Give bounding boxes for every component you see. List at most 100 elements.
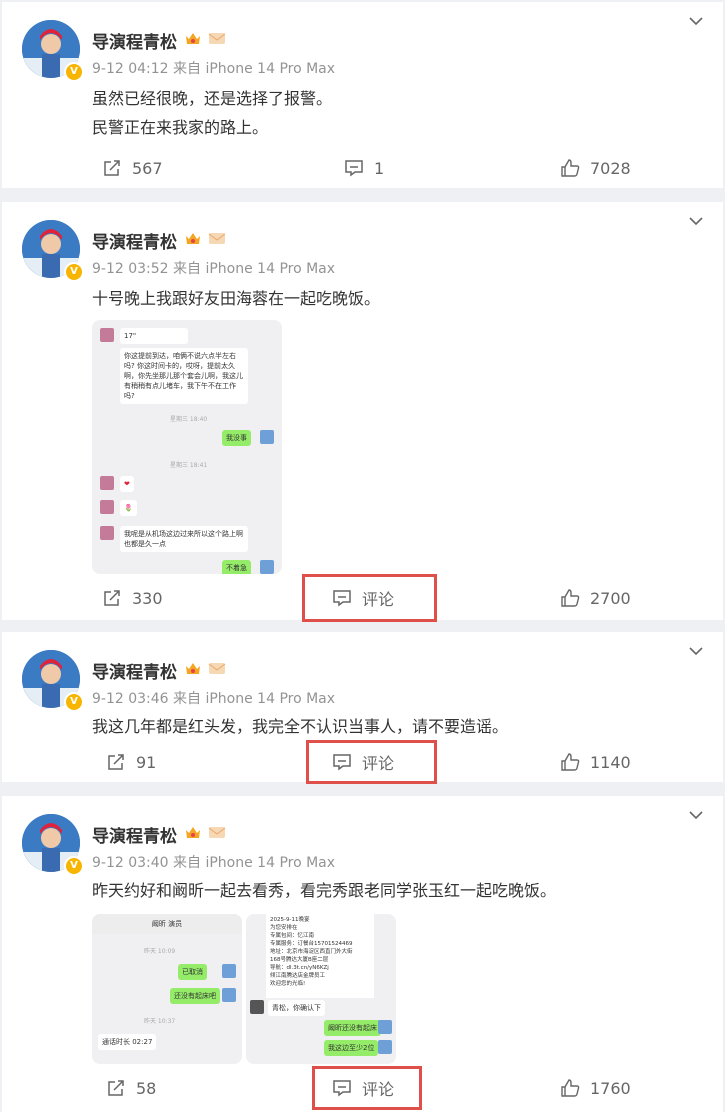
share-count: 91	[136, 752, 157, 772]
share-count: 567	[132, 158, 163, 178]
post-text-line: 虽然已经很晚，还是选择了报警。	[92, 89, 333, 108]
weibo-post: V 导演程青松 9-12 03:40 来自 iPhone 14 Pro Max …	[2, 796, 723, 1112]
crown-badge-icon	[186, 233, 200, 244]
chat-message: 我这边至少2位	[324, 1040, 379, 1056]
post-image[interactable]: 2025-9-11晚宴 为您安排在 专属包间：忆江南 专属服务：订餐台15701…	[246, 914, 396, 1064]
voice-message: 17"	[120, 328, 188, 344]
booking-line: 专属包间：忆江南	[270, 933, 315, 939]
highlight-box	[306, 740, 437, 784]
post-image[interactable]: 阚昕 演员 昨天 10:09 已取消 还没有起床吧 昨天 10:37 通话时长 …	[92, 914, 242, 1064]
highlight-box	[302, 574, 437, 622]
chat-message: 你这提前到达，咱俩不说六点半左右吗? 你这时间卡的，哎呀，提前太久啊，你先坐那儿…	[120, 348, 248, 404]
share-icon	[104, 160, 120, 176]
chat-message: ❤	[120, 476, 134, 492]
chat-timestamp: 昨天 10:37	[144, 1018, 176, 1025]
like-count: 7028	[590, 158, 631, 178]
post-meta: 9-12 04:12 来自 iPhone 14 Pro Max	[92, 61, 336, 77]
weibo-post: V 导演程青松 9-12 03:46 来自 iPhone 14 Pro Max …	[2, 632, 723, 784]
author-name[interactable]: 导演程青松	[92, 228, 177, 253]
contact-avatar	[100, 328, 114, 342]
contact-avatar	[100, 476, 114, 490]
call-record: 通话时长 02:27	[98, 1034, 157, 1050]
self-avatar	[222, 988, 236, 1002]
self-avatar	[378, 1020, 392, 1034]
share-icon	[104, 590, 120, 606]
comment-icon	[345, 160, 363, 177]
verified-badge-icon: V	[64, 856, 84, 876]
post-text-line: 民警正在来我家的路上。	[92, 118, 269, 137]
chat-message: 青松，你确认下	[268, 1000, 325, 1016]
post-text: 十号晚上我跟好友田海蓉在一起吃晚饭。	[92, 284, 380, 313]
self-avatar	[260, 430, 274, 444]
chat-message: 不着急	[222, 560, 251, 574]
chat-timestamp: 星期三 18:41	[170, 462, 208, 469]
envelope-badge-icon	[208, 233, 226, 244]
like-icon	[561, 159, 580, 177]
chat-message: 阚昕还没有起床	[324, 1020, 381, 1036]
chat-message: 已取消	[178, 964, 207, 980]
booking-line: 倾江南腾达店金牌员工	[270, 973, 326, 979]
booking-line: 168号腾达大厦B座二层	[270, 957, 329, 963]
post-text-line: 十号晚上我跟好友田海蓉在一起吃晚饭。	[92, 289, 381, 308]
contact-avatar	[250, 1000, 264, 1014]
chat-message: 🌷	[120, 500, 137, 516]
booking-card: 2025-9-11晚宴 为您安排在 专属包间：忆江南 专属服务：订餐台15701…	[266, 914, 374, 998]
chevron-down-icon[interactable]	[689, 16, 703, 26]
like-count: 2700	[590, 588, 631, 608]
post-text-line: 我这几年都是红头发，我完全不认识当事人，请不要造谣。	[92, 717, 509, 736]
author-name[interactable]: 导演程青松	[92, 658, 177, 683]
booking-line: 专属服务：订餐台15701524469	[270, 941, 353, 947]
verified-badge-icon: V	[64, 262, 84, 282]
like-button[interactable]: 1760	[560, 1072, 631, 1104]
post-text: 虽然已经很晚，还是选择了报警。 民警正在来我家的路上。	[92, 84, 332, 142]
booking-line: 欢迎您的光临!	[270, 981, 306, 987]
author-name[interactable]: 导演程青松	[92, 822, 177, 847]
like-count: 1140	[590, 752, 631, 772]
share-button[interactable]: 91	[106, 746, 156, 778]
action-bar: 567 1 7028	[2, 152, 723, 184]
like-count: 1760	[590, 1078, 631, 1098]
envelope-badge-icon	[208, 827, 226, 838]
like-icon	[561, 589, 580, 607]
share-button[interactable]: 330	[102, 582, 163, 614]
chevron-down-icon[interactable]	[689, 646, 703, 656]
comment-count: 1	[374, 158, 385, 178]
share-count: 58	[136, 1078, 157, 1098]
like-button[interactable]: 1140	[560, 746, 631, 778]
booking-line: 地址：北京市海淀区西直门外大街	[270, 949, 353, 955]
share-button[interactable]: 58	[106, 1072, 156, 1104]
chat-message: 我呢是从机场这边过来所以这个路上啊也都是久一点	[120, 526, 248, 552]
post-meta: 9-12 03:46 来自 iPhone 14 Pro Max	[92, 691, 336, 707]
chat-message: 我没事	[222, 430, 251, 446]
post-image[interactable]: 17" 你这提前到达，咱俩不说六点半左右吗? 你这时间卡的，哎呀，提前太久啊，你…	[92, 320, 282, 574]
post-text: 我这几年都是红头发，我完全不认识当事人，请不要造谣。	[92, 712, 508, 741]
envelope-badge-icon	[208, 663, 226, 674]
like-button[interactable]: 7028	[560, 152, 631, 184]
share-button[interactable]: 567	[102, 152, 163, 184]
author-name[interactable]: 导演程青松	[92, 28, 177, 53]
share-icon	[108, 1080, 124, 1096]
post-meta: 9-12 03:40 来自 iPhone 14 Pro Max	[92, 855, 336, 871]
comment-button[interactable]: 1	[344, 152, 384, 184]
like-icon	[561, 1079, 580, 1097]
post-text-line: 昨天约好和阚昕一起去看秀，看完秀跟老同学张玉红一起吃晚饭。	[92, 881, 557, 900]
share-count: 330	[132, 588, 163, 608]
highlight-box	[312, 1066, 422, 1110]
envelope-badge-icon	[208, 33, 226, 44]
like-button[interactable]: 2700	[560, 582, 631, 614]
share-icon	[108, 754, 124, 770]
chevron-down-icon[interactable]	[689, 216, 703, 226]
contact-avatar	[100, 526, 114, 540]
contact-avatar	[100, 500, 114, 514]
chat-message: 还没有起床吧	[170, 988, 220, 1004]
verified-badge-icon: V	[64, 62, 84, 82]
chat-title: 阚昕 演员	[92, 914, 242, 934]
booking-line: 为您安排在	[270, 925, 298, 931]
post-text: 昨天约好和阚昕一起去看秀，看完秀跟老同学张玉红一起吃晚饭。	[92, 876, 556, 905]
self-avatar	[260, 560, 274, 574]
self-avatar	[222, 964, 236, 978]
self-avatar	[378, 1040, 392, 1054]
verified-badge-icon: V	[64, 692, 84, 712]
chevron-down-icon[interactable]	[689, 810, 703, 820]
crown-badge-icon	[186, 663, 200, 674]
